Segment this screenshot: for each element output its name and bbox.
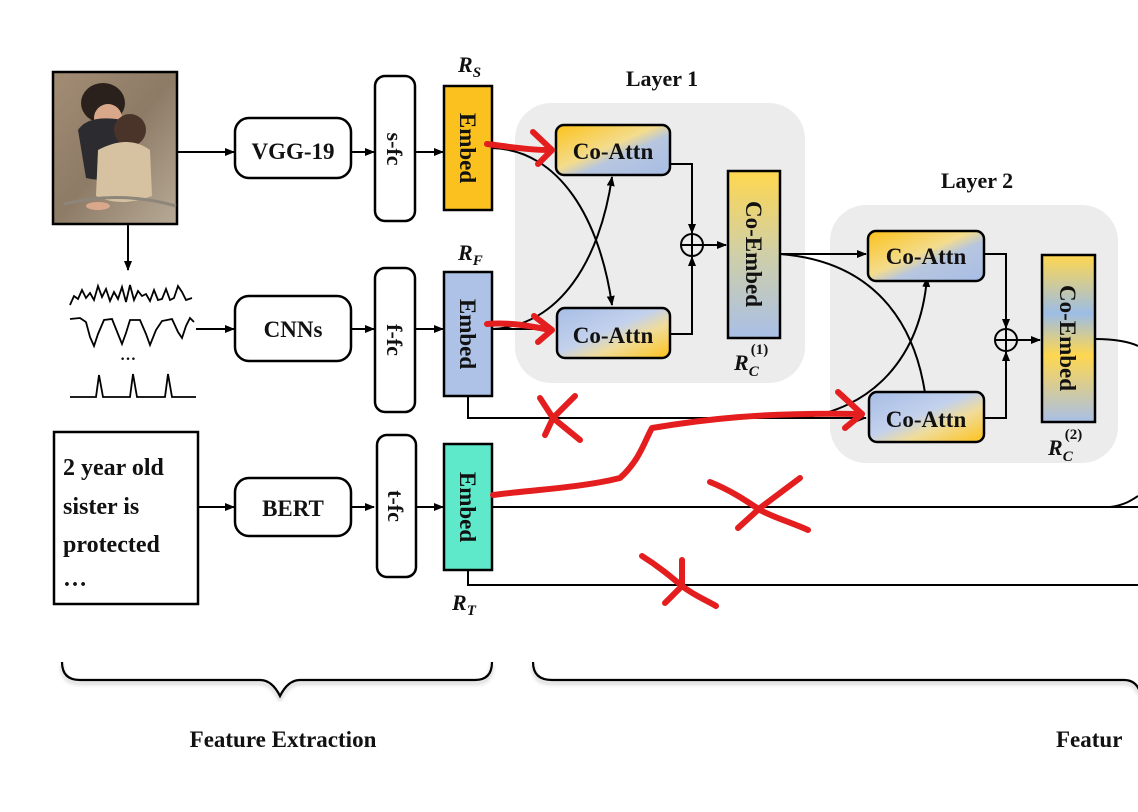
feature-fusion-label: Featur — [1056, 727, 1122, 752]
signal-embed-label: Embed — [455, 299, 480, 370]
input-text-line-2: sister is — [63, 494, 139, 520]
layer-1-co-attn-bottom-label: Co-Attn — [573, 323, 654, 348]
text-embed-label: Embed — [455, 472, 480, 543]
input-text-line-4: … — [63, 566, 87, 592]
rt-label: RT — [451, 590, 477, 619]
layer-2-co-embed-label: Co-Embed — [1055, 285, 1080, 391]
feature-extraction-label: Feature Extraction — [190, 727, 377, 752]
input-text-line-1: 2 year old — [63, 455, 165, 481]
layer-2-co-attn-bottom-label: Co-Attn — [886, 407, 967, 432]
rs-label: RS — [457, 52, 481, 81]
s-fc-label: s-fc — [382, 133, 407, 166]
layer-1-co-attn-top-label: Co-Attn — [573, 139, 654, 164]
t-fc-label: t-fc — [383, 490, 408, 522]
rf-label: RF — [457, 240, 483, 269]
cnns-label: CNNs — [264, 317, 323, 342]
layer-2-co-attn-top-label: Co-Attn — [886, 244, 967, 269]
layer-2-sum-node — [994, 328, 1018, 352]
bert-label: BERT — [262, 496, 324, 521]
architecture-diagram: VGG-19 s-fc Embed RS … CNNs f-fc Embed R… — [51, 52, 1138, 752]
f-fc-label: f-fc — [382, 324, 407, 356]
input-text-line-3: protected — [63, 532, 161, 558]
vgg19-label: VGG-19 — [251, 139, 334, 164]
signal-waveforms — [69, 283, 196, 398]
layer-2-title: Layer 2 — [941, 168, 1013, 193]
feature-extraction-brace — [60, 661, 494, 699]
feature-fusion-brace — [531, 661, 1138, 690]
image-embed-label: Embed — [455, 113, 480, 184]
layer-1-co-embed-label: Co-Embed — [741, 201, 766, 307]
signal-ellipsis: … — [120, 347, 136, 364]
layer-1-title: Layer 1 — [626, 66, 698, 91]
layer-1-sum-node — [680, 233, 704, 257]
input-image — [51, 70, 179, 226]
